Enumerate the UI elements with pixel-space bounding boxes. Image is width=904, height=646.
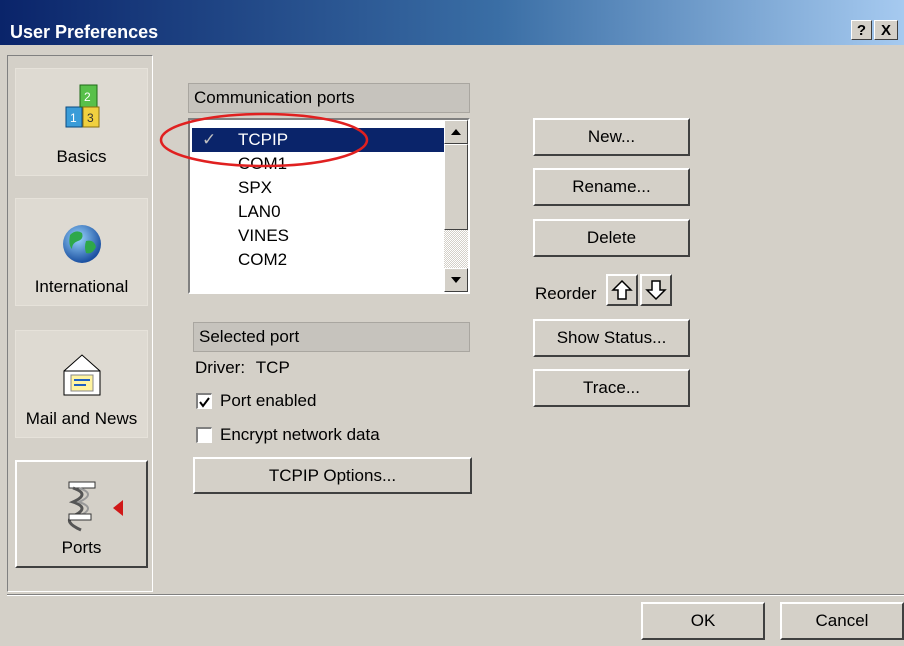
move-up-button[interactable] [606,274,638,306]
scroll-up-button[interactable] [444,120,468,144]
list-item[interactable]: COM2 [192,248,444,272]
list-item[interactable]: ✓ TCPIP [192,128,444,152]
arrow-down-icon [645,280,667,301]
encrypt-network-checkbox[interactable] [196,427,212,443]
triangle-up-icon [451,129,461,135]
driver-label: Driver: [195,358,246,377]
triangle-down-icon [451,277,461,283]
port-name: TCPIP [238,130,289,149]
svg-text:1: 1 [70,111,77,125]
port-name: LAN0 [238,202,281,221]
port-enabled-label: Port enabled [220,391,317,410]
communication-ports-header: Communication ports [188,83,470,113]
ports-listbox[interactable]: ✓ TCPIP COM1 SPX LAN0 VINES COM2 [188,118,470,294]
cancel-button[interactable]: Cancel [780,602,904,640]
check-icon: ✓ [202,130,217,149]
list-item[interactable]: LAN0 [192,200,444,224]
list-item[interactable]: SPX [192,176,444,200]
driver-value: TCP [255,358,290,377]
checkmark-icon [199,397,210,408]
help-button[interactable]: ? [851,20,872,40]
user-preferences-dialog: User Preferences ? X 1 2 3 Basics Intern… [0,0,904,646]
port-name: COM2 [238,250,288,269]
encrypt-network-label: Encrypt network data [220,425,380,444]
scroll-down-button[interactable] [444,268,468,292]
sidebar-item-ports[interactable]: Ports [15,460,148,568]
sidebar-item-international[interactable]: International [15,198,148,306]
reorder-label: Reorder [535,284,597,303]
sidebar-item-label: Mail and News [25,409,138,428]
arrow-up-icon [611,279,633,300]
move-down-button[interactable] [640,274,672,306]
communication-ports-label: Communication ports [194,88,355,107]
show-status-button[interactable]: Show Status... [533,319,690,357]
selected-port-label: Selected port [199,327,300,346]
selected-port-header: Selected port [193,322,470,352]
cable-icon [17,474,146,532]
new-button[interactable]: New... [533,118,690,156]
sidebar-item-label: Basics [56,147,107,166]
globe-icon [16,211,147,267]
footer-separator [7,594,904,596]
active-indicator-arrow [113,500,123,516]
list-item[interactable]: COM1 [192,152,444,176]
delete-button[interactable]: Delete [533,219,690,257]
svg-text:3: 3 [87,111,94,125]
title-bar: User Preferences ? X [0,0,904,45]
sidebar-item-basics[interactable]: 1 2 3 Basics [15,68,148,176]
ports-scrollbar[interactable] [444,120,468,292]
tcpip-options-button[interactable]: TCPIP Options... [193,457,472,494]
port-name: VINES [238,226,290,245]
svg-text:2: 2 [84,90,91,104]
driver-row: Driver: TCP [195,358,290,378]
port-name: COM1 [238,154,288,173]
blocks-icon: 1 2 3 [16,81,147,137]
trace-button[interactable]: Trace... [533,369,690,407]
close-button[interactable]: X [874,20,898,40]
rename-button[interactable]: Rename... [533,168,690,206]
sidebar-item-mail-and-news[interactable]: Mail and News [15,330,148,438]
ok-button[interactable]: OK [641,602,765,640]
letter-icon [16,343,147,399]
port-enabled-checkbox[interactable] [196,393,212,409]
scroll-thumb[interactable] [444,144,468,230]
port-name: SPX [238,178,273,197]
window-title: User Preferences [10,22,159,42]
sidebar-item-label: International [34,277,129,296]
list-item[interactable]: VINES [192,224,444,248]
sidebar-item-label: Ports [61,538,102,557]
